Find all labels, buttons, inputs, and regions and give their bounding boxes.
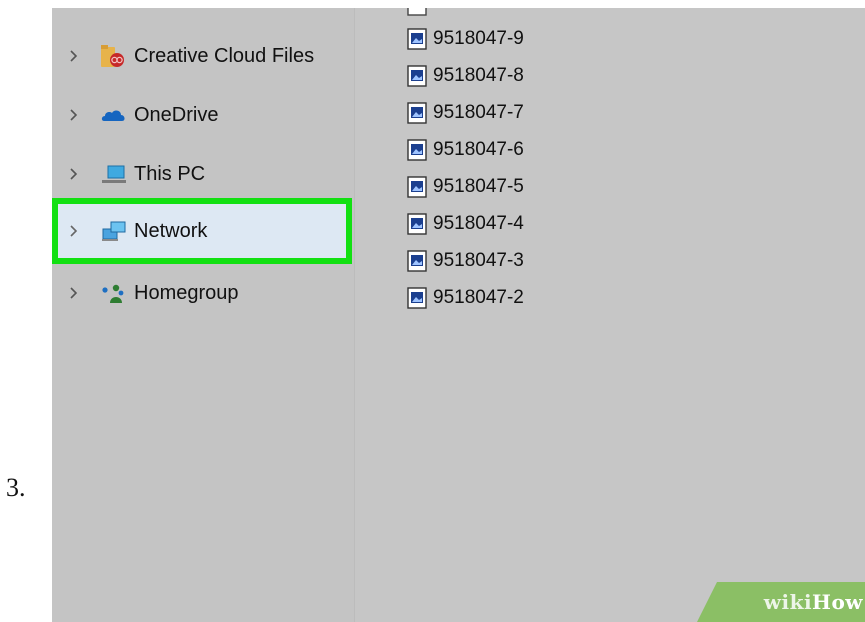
watermark-text: wikiHow (764, 590, 863, 614)
file-list-item[interactable]: 9518047-6 (407, 136, 524, 164)
nav-item-homegroup[interactable]: Homegroup (52, 273, 352, 313)
nav-item-label: This PC (134, 162, 206, 185)
file-name: 9518047-5 (433, 176, 524, 197)
image-file-icon (407, 65, 427, 87)
chevron-right-icon[interactable] (68, 287, 80, 299)
homegroup-icon (100, 281, 128, 305)
file-name: 9518047-3 (433, 250, 524, 271)
file-list-item[interactable]: 9518047-2 (407, 284, 524, 312)
creative-cloud-folder-icon (100, 44, 128, 68)
chevron-right-icon[interactable] (68, 50, 80, 62)
step-number: 3. (6, 473, 26, 502)
chevron-right-icon[interactable] (68, 168, 80, 180)
image-file-icon (407, 8, 427, 21)
image-file-icon (407, 28, 427, 50)
watermark-wiki: wiki (763, 590, 813, 614)
file-name: 9518047-7 (433, 102, 524, 123)
file-name: 9518047-6 (433, 139, 524, 160)
nav-item-label: Network (134, 219, 208, 242)
nav-item-network[interactable]: Network (52, 198, 352, 264)
computer-icon (100, 162, 128, 186)
chevron-right-icon[interactable] (68, 109, 80, 121)
network-icon (100, 219, 128, 243)
watermark-how: How (812, 590, 863, 614)
onedrive-cloud-icon (100, 103, 128, 127)
file-list-item[interactable]: 9518047-7 (407, 99, 524, 127)
chevron-right-icon[interactable] (68, 225, 80, 237)
file-name: 9518047-2 (433, 287, 524, 308)
navigation-pane: Creative Cloud Files OneDrive This PC Ne… (52, 8, 355, 622)
image-file-icon (407, 250, 427, 272)
nav-item-onedrive[interactable]: OneDrive (52, 95, 352, 135)
file-explorer-window: Creative Cloud Files OneDrive This PC Ne… (52, 8, 865, 622)
nav-item-label: OneDrive (134, 103, 219, 126)
nav-item-label: Homegroup (134, 281, 239, 304)
image-file-icon (407, 139, 427, 161)
image-file-icon (407, 176, 427, 198)
file-name: 9518047-4 (433, 213, 524, 234)
file-name: 9518047-8 (433, 65, 524, 86)
file-list-item[interactable]: 9518047-8 (407, 62, 524, 90)
nav-item-label: Creative Cloud Files (134, 44, 315, 67)
nav-item-this-pc[interactable]: This PC (52, 154, 352, 194)
file-list-item[interactable]: 9518047-4 (407, 210, 524, 238)
image-file-icon (407, 102, 427, 124)
nav-item-creative-cloud-files[interactable]: Creative Cloud Files (52, 36, 352, 76)
file-list-item[interactable]: 9518047-3 (407, 247, 524, 275)
file-name: 9518047-9 (433, 28, 524, 49)
file-list-item[interactable]: 9518047-9 (407, 25, 524, 53)
file-list-item[interactable]: 9518047-5 (407, 173, 524, 201)
image-file-icon (407, 287, 427, 309)
image-file-icon (407, 213, 427, 235)
wikihow-watermark: wikiHow (697, 582, 865, 622)
